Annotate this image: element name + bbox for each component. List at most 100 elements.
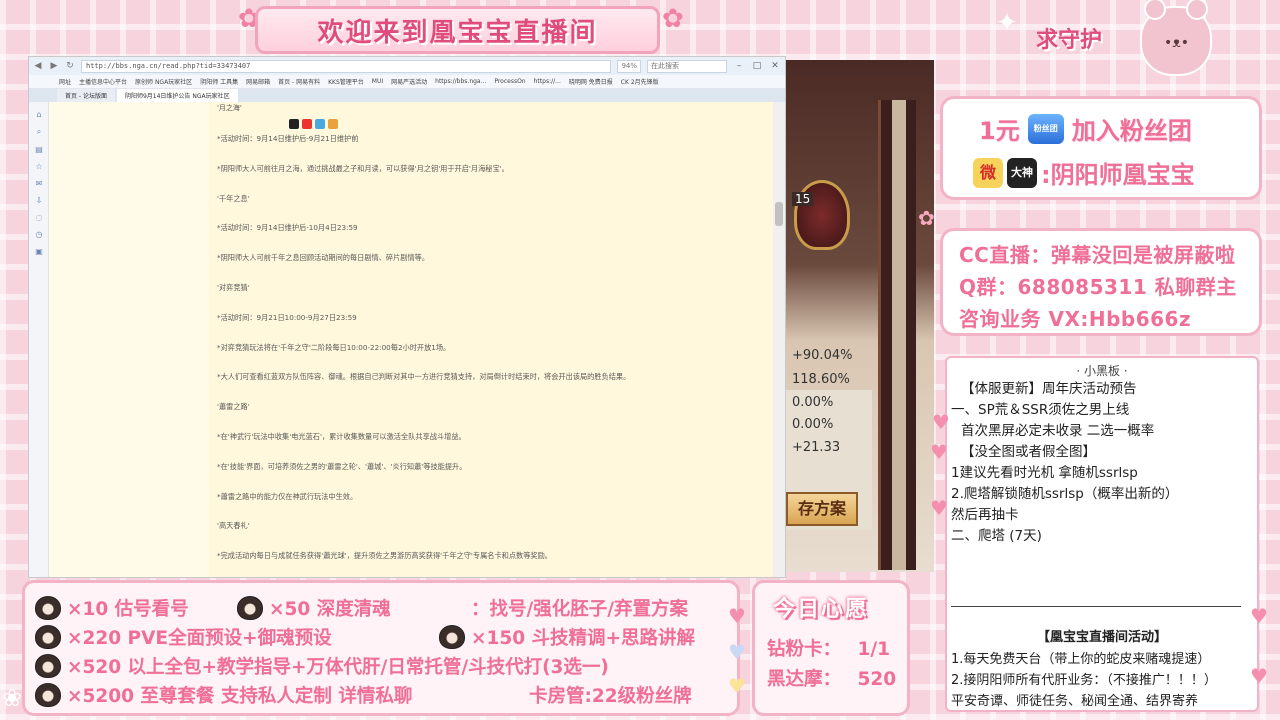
activity-line: 1.每天免费天台（带上你的蛇皮来赌魂提速） bbox=[951, 652, 1211, 667]
home-icon[interactable]: ⌂ bbox=[29, 110, 49, 119]
bookmark-item[interactable]: 网址 bbox=[59, 77, 71, 86]
stat-value: 118.60% bbox=[792, 372, 850, 387]
board-title: · 小黑板 · bbox=[1076, 364, 1128, 378]
share-icon[interactable] bbox=[289, 119, 299, 129]
wish-title: 今日心愿 bbox=[773, 597, 870, 622]
zoom-level[interactable]: 94% bbox=[617, 59, 641, 73]
service-text: ：找号/强化胚子/弃置方案 bbox=[471, 599, 689, 620]
save-scheme-button[interactable]: 存方案 bbox=[786, 492, 858, 526]
contact-line: Q群：688085311 私聊群主 bbox=[959, 275, 1237, 299]
mail-icon[interactable]: ✉ bbox=[29, 179, 49, 188]
board-line: 1建议先看时光机 拿随机ssrlsp bbox=[951, 465, 1138, 481]
post-line: *蕭雷之路中的能力仅在神武行玩法中生效。 bbox=[217, 491, 358, 501]
heart-decoration: ♥ bbox=[930, 440, 948, 464]
post-line: *活动时间：9月14日维护后-9月21日维护前 bbox=[217, 134, 359, 143]
service-item: ×5200 至尊套餐 支持私人定制 详情私聊 bbox=[35, 682, 412, 708]
bookmark-item[interactable]: 网易邮箱 bbox=[246, 77, 270, 86]
heart-decoration: ♥ bbox=[1250, 604, 1268, 628]
contact-box: CC直播：弹幕没回是被屏蔽啦 Q群：688085311 私聊群主 咨询业务 VX… bbox=[940, 228, 1262, 336]
daruma-icon bbox=[237, 596, 263, 620]
daruma-icon bbox=[35, 596, 61, 620]
service-item: ×150 斗技精调+思路讲解 bbox=[439, 624, 695, 650]
account-name: :阴阳师凰宝宝 bbox=[1041, 161, 1195, 189]
bear-ear bbox=[1186, 0, 1208, 20]
stat-value: 0.00% bbox=[792, 395, 834, 410]
bookmark-item[interactable]: 晓明网 免费日报 bbox=[569, 77, 613, 86]
close-icon[interactable]: ✕ bbox=[769, 61, 781, 71]
qq-share-icon[interactable] bbox=[315, 119, 325, 129]
post-line: *在'技能'界面，可培养须佐之男的'蕭雷之轮'、'蕭城'、'炎行知蕭'等技能提升… bbox=[217, 461, 467, 471]
bookmark-item[interactable]: 首页 - 网易有料 bbox=[278, 77, 320, 86]
browser-sidebar: ⌂ ⌕ ▤ ☆ ✉ ⇩ ◌ ◷ ▣ bbox=[29, 102, 49, 577]
post-author-column bbox=[49, 102, 209, 577]
browser-window: ◀ ▶ ↻ http://bbs.nga.cn/read.php?tid=334… bbox=[28, 56, 786, 578]
wish-item-diamond-card: 钻粉卡： 1/1 bbox=[767, 635, 890, 661]
service-text: ×5200 至尊套餐 支持私人定制 详情私聊 bbox=[67, 686, 413, 707]
page-scrollbar[interactable] bbox=[773, 102, 785, 577]
post-line: *活动时间：9月21日10:00-9月27日23:59 bbox=[217, 312, 357, 322]
wish-label: 黑达摩： bbox=[767, 669, 842, 690]
bookmark-item[interactable]: https://... bbox=[534, 78, 561, 85]
tab-forum-home[interactable]: 首页 - 论坛版面 bbox=[57, 89, 115, 102]
bookmark-item[interactable]: 主播信息中心平台 bbox=[79, 77, 127, 86]
bookmark-item[interactable]: 阴阳师 工具集 bbox=[200, 77, 238, 86]
guardian-title: 求守护 bbox=[1036, 28, 1103, 53]
bookmark-item[interactable]: MUI bbox=[372, 78, 383, 85]
services-price-box: ×10 估号看号 ×50 深度清魂 ：找号/强化胚子/弃置方案 ×220 PVE… bbox=[22, 580, 740, 716]
refresh-icon[interactable]: ↻ bbox=[65, 61, 75, 71]
bow-right-decoration: ✿ bbox=[662, 4, 684, 34]
download-icon[interactable]: ⇩ bbox=[29, 196, 49, 205]
social-account-row: 微 大神 :阴阳师凰宝宝 bbox=[973, 155, 1195, 190]
bookmark-item[interactable]: ProcessOn bbox=[494, 78, 525, 85]
wish-value: 1/1 bbox=[857, 639, 890, 660]
app-icon[interactable]: ▣ bbox=[29, 247, 49, 256]
bear-ear bbox=[1144, 0, 1166, 20]
post-line: *大人们可查看红蓝双方队伍阵容、御魂。根据自己判断对其中一方进行竞猜支持，对局倒… bbox=[217, 372, 631, 382]
search-icon[interactable]: ⌕ bbox=[29, 127, 49, 137]
minimize-icon[interactable]: – bbox=[733, 61, 745, 71]
bookmark-item[interactable]: 网易严选活动 bbox=[391, 77, 427, 86]
chat-icon[interactable]: ◌ bbox=[29, 213, 49, 222]
maximize-icon[interactable]: □ bbox=[751, 61, 763, 71]
post-line: '千年之息' bbox=[217, 193, 250, 203]
weibo-icon: 微 bbox=[973, 157, 1003, 188]
star-icon[interactable]: ☆ bbox=[29, 162, 49, 171]
paw-icon: ❀ bbox=[2, 684, 23, 712]
board-line: 【没全图或者假全图】 bbox=[961, 444, 1096, 460]
bear-face-icon: •ᴥ• bbox=[1164, 35, 1190, 51]
fan-club-join-text: 加入粉丝团 bbox=[1071, 117, 1192, 145]
history-icon[interactable]: ◷ bbox=[29, 230, 49, 239]
bookmark-item[interactable]: KKS管理平台 bbox=[328, 77, 364, 86]
welcome-banner-title: 欢迎来到凰宝宝直播间 bbox=[317, 17, 598, 48]
browser-toolbar: ◀ ▶ ↻ http://bbs.nga.cn/read.php?tid=334… bbox=[29, 57, 785, 75]
heart-decoration: ♥ bbox=[728, 604, 746, 628]
wish-item-black-daruma: 黑达摩： 520 bbox=[767, 665, 896, 691]
scrollbar-thumb[interactable] bbox=[775, 202, 783, 226]
daruma-icon bbox=[35, 683, 61, 707]
post-share-icons bbox=[289, 119, 765, 129]
bookmarks-bar: 网址 主播信息中心平台 原创师 NGA玩家社区 阴阳师 工具集 网易邮箱 首页 … bbox=[29, 75, 785, 89]
star-decoration: ✦ bbox=[996, 8, 1018, 38]
bookmark-item[interactable]: https://bbs.nga... bbox=[435, 78, 486, 85]
service-text: 卡房管:22级粉丝牌 bbox=[529, 686, 692, 707]
bookmark-icon[interactable]: ▤ bbox=[29, 145, 49, 154]
forward-icon[interactable]: ▶ bbox=[49, 61, 59, 71]
activity-title: 【凰宝宝直播间活动】 bbox=[1036, 630, 1167, 645]
bookmark-item[interactable]: 原创师 NGA玩家社区 bbox=[135, 77, 192, 86]
stat-value: +21.33 bbox=[792, 440, 841, 455]
daruma-icon bbox=[439, 625, 465, 649]
fan-club-box: 1元 粉丝团 加入粉丝团 微 大神 :阴阳师凰宝宝 bbox=[940, 96, 1262, 200]
back-icon[interactable]: ◀ bbox=[33, 61, 43, 71]
stat-value: 0.00% bbox=[792, 417, 834, 432]
bookmark-item[interactable]: CK 2月先锋版 bbox=[621, 77, 659, 86]
tab-maintenance-post[interactable]: 阴阳师9月14日维护公告 NGA玩家社区 bbox=[116, 89, 238, 102]
board-line: 二、爬塔 (7天) bbox=[951, 528, 1042, 544]
qzone-share-icon[interactable] bbox=[328, 119, 338, 129]
dashen-icon: 大神 bbox=[1007, 157, 1037, 188]
service-text: ×50 深度清魂 bbox=[269, 599, 391, 620]
activity-line: 2.接阴阳师所有代肝业务：（不接推广！！！） bbox=[951, 673, 1217, 688]
weibo-share-icon[interactable] bbox=[302, 119, 312, 129]
search-input[interactable] bbox=[647, 59, 727, 73]
service-item: ×520 以上全包+教学指导+万体代肝/日常托管/斗技代打(3选一) bbox=[35, 653, 609, 679]
address-bar[interactable]: http://bbs.nga.cn/read.php?tid=33473407 bbox=[81, 59, 612, 73]
